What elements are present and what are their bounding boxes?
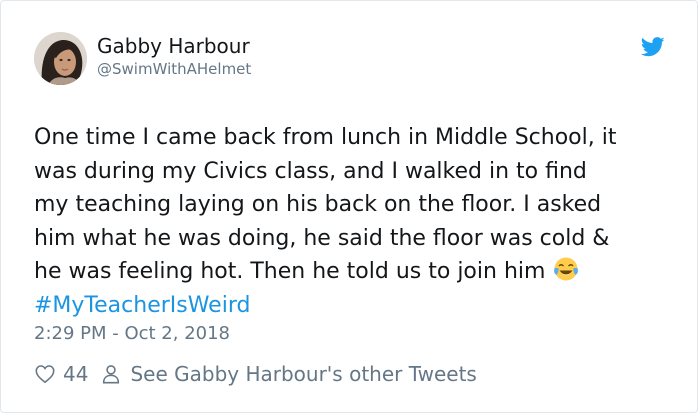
like-count: 44 — [63, 362, 89, 386]
author-display-name[interactable]: Gabby Harbour — [97, 34, 251, 58]
heart-icon[interactable] — [34, 363, 56, 385]
tweet-text-line: he was feeling hot. Then he told us to j… — [34, 259, 546, 284]
tweet-text-line: my teaching laying on his back on the fl… — [34, 192, 602, 217]
hashtag-link[interactable]: #MyTeacherIsWeird — [34, 289, 250, 323]
avatar[interactable] — [34, 32, 87, 85]
tweet-timestamp[interactable]: 2:29 PM - Oct 2, 2018 — [34, 322, 230, 346]
tweet-card: Gabby Harbour @SwimWithAHelmet One time … — [0, 0, 698, 413]
tweet-text-line: One time I came back from lunch in Middl… — [34, 125, 617, 150]
see-other-tweets-link[interactable]: See Gabby Harbour's other Tweets — [130, 362, 476, 386]
tweet-text-line: him what he was doing, he said the floor… — [34, 225, 610, 251]
tweet-text: One time I came back from lunch in Middl… — [34, 121, 684, 322]
tweet-header: Gabby Harbour @SwimWithAHelmet — [34, 32, 675, 88]
twitter-bird-icon[interactable] — [641, 37, 665, 57]
tweet-text-line: was during my Civics class, and I walked… — [34, 158, 587, 184]
author-names: Gabby Harbour @SwimWithAHelmet — [97, 34, 251, 79]
avatar-image — [34, 32, 87, 85]
tweet-actions: 44 See Gabby Harbour's other Tweets — [34, 360, 477, 388]
face-with-tears-of-joy-icon — [554, 257, 579, 281]
person-icon — [103, 365, 120, 384]
author-handle[interactable]: @SwimWithAHelmet — [97, 59, 251, 79]
